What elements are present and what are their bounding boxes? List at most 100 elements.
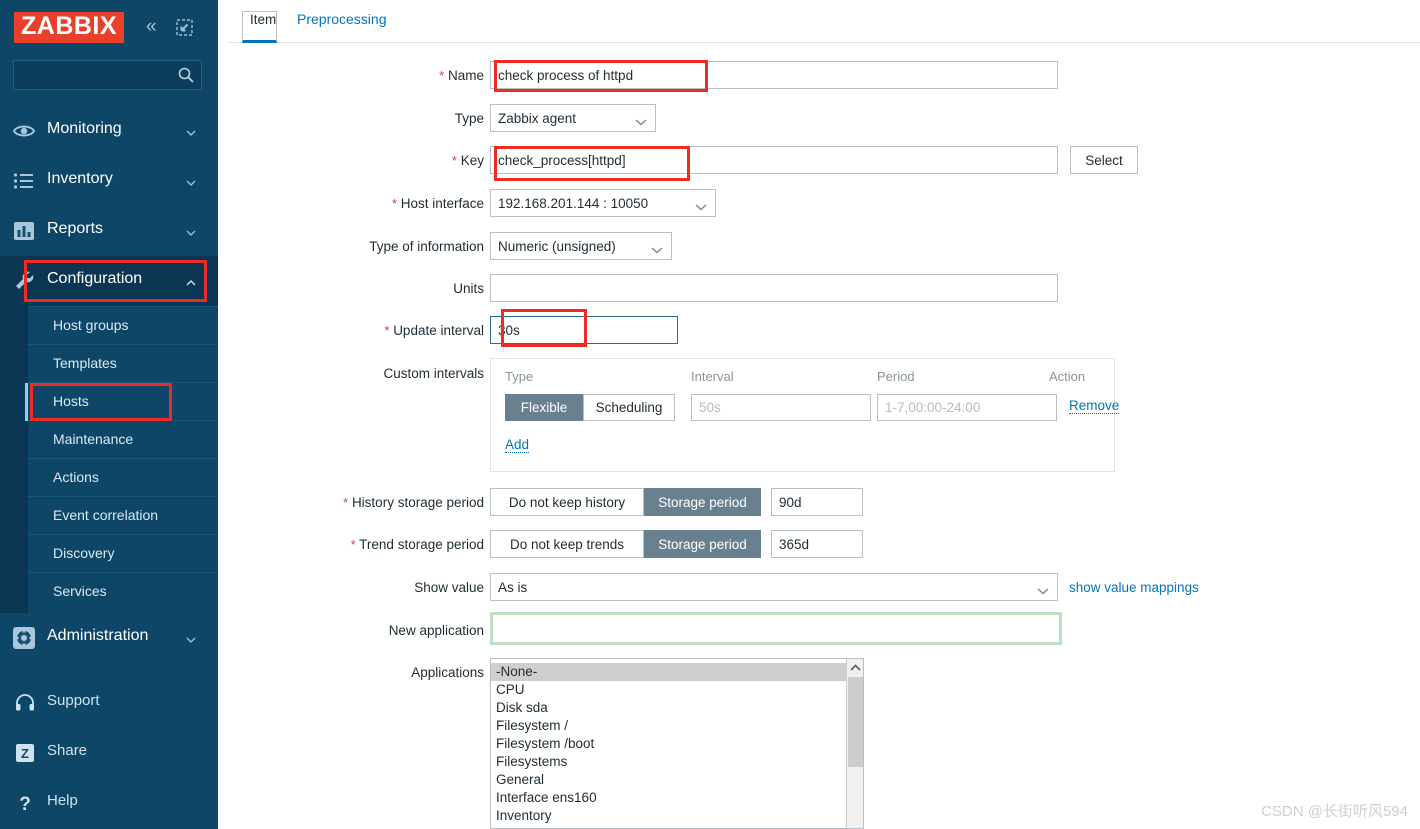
- key-input[interactable]: [490, 146, 1058, 174]
- interval-type-flexible-button[interactable]: Flexible: [505, 394, 583, 421]
- custom-intervals-label: Custom intervals: [383, 366, 484, 381]
- type-select[interactable]: Zabbix agent: [490, 104, 656, 132]
- sidebar-item-label: Inventory: [47, 170, 113, 187]
- tab-bar: Item Preprocessing: [229, 0, 1420, 43]
- list-item[interactable]: General: [491, 771, 847, 789]
- history-do-not-keep-button[interactable]: Do not keep history: [490, 488, 644, 516]
- sidebar-item-services[interactable]: Services: [28, 572, 218, 610]
- sidebar-item-host-groups[interactable]: Host groups: [28, 306, 218, 344]
- sidebar-item-discovery[interactable]: Discovery: [28, 534, 218, 572]
- sidebar-item-label: Configuration: [47, 270, 143, 287]
- show-value-selected: As is: [498, 579, 528, 595]
- chevron-up-icon[interactable]: [847, 659, 863, 676]
- watermark: CSDN @长街听风594: [1261, 803, 1408, 820]
- trend-storage-period-button[interactable]: Storage period: [644, 530, 761, 558]
- type-label: Type: [454, 111, 484, 126]
- units-label: Units: [453, 281, 484, 296]
- select-button[interactable]: Select: [1070, 146, 1138, 174]
- host-interface-label: * Host interface: [391, 196, 484, 211]
- sidebar-item-event-correlation[interactable]: Event correlation: [28, 496, 218, 534]
- chevron-down-icon: [1037, 583, 1049, 595]
- sidebar-item-label: Actions: [53, 469, 99, 485]
- eye-icon: [12, 119, 36, 143]
- add-interval-link[interactable]: Add: [505, 437, 530, 453]
- remove-interval-link[interactable]: Remove: [1069, 398, 1120, 414]
- sidebar-item-label: Maintenance: [53, 431, 134, 447]
- gear-icon: [12, 626, 36, 650]
- applications-listbox[interactable]: -None- CPU Disk sda Filesystem / Filesys…: [490, 658, 864, 829]
- sidebar-search[interactable]: [13, 60, 202, 90]
- sidebar-item-label: Event correlation: [53, 507, 159, 523]
- sidebar-item-label: Host groups: [53, 317, 129, 333]
- sidebar-item-maintenance[interactable]: Maintenance: [28, 420, 218, 458]
- list-item[interactable]: Filesystems: [491, 753, 847, 771]
- show-value-mappings-link[interactable]: show value mappings: [1069, 580, 1199, 595]
- new-application-input[interactable]: [490, 612, 1062, 645]
- sidebar-item-configuration[interactable]: Configuration: [0, 256, 218, 306]
- sidebar-item-help[interactable]: ? Help: [0, 778, 218, 828]
- list-item[interactable]: Interface ens160: [491, 789, 847, 807]
- headset-icon: [14, 692, 36, 714]
- show-value-select[interactable]: As is: [490, 573, 1058, 601]
- bar-chart-icon: [12, 219, 36, 243]
- list-item[interactable]: Disk sda: [491, 699, 847, 717]
- applications-scrollbar[interactable]: [846, 659, 863, 828]
- tab-item[interactable]: Item: [242, 11, 278, 43]
- custom-interval-input[interactable]: [691, 394, 871, 421]
- search-input[interactable]: [14, 61, 172, 89]
- sidebar-item-inventory[interactable]: Inventory: [0, 156, 218, 206]
- sidebar-item-support[interactable]: Support: [0, 678, 218, 728]
- chevron-down-icon: [186, 124, 196, 136]
- key-label: * Key: [451, 153, 484, 168]
- type-of-information-select[interactable]: Numeric (unsigned): [490, 232, 672, 260]
- trend-storage-period-label: * Trend storage period: [350, 537, 484, 552]
- chevron-down-icon: [186, 174, 196, 186]
- list-item[interactable]: Memory: [491, 825, 847, 828]
- sidebar-item-administration[interactable]: Administration: [0, 613, 218, 663]
- search-icon[interactable]: [177, 66, 195, 84]
- list-item[interactable]: CPU: [491, 681, 847, 699]
- question-mark-icon: ?: [14, 792, 36, 815]
- list-item[interactable]: Inventory: [491, 807, 847, 825]
- sidebar-item-label: Templates: [53, 355, 117, 371]
- host-interface-select[interactable]: 192.168.201.144 : 10050: [490, 189, 716, 217]
- chevron-down-icon: [186, 631, 196, 643]
- trend-storage-period-input[interactable]: [771, 530, 863, 558]
- chevron-down-icon: [635, 114, 647, 126]
- update-interval-label: * Update interval: [384, 323, 484, 338]
- custom-period-input[interactable]: [877, 394, 1057, 421]
- sidebar-item-templates[interactable]: Templates: [28, 344, 218, 382]
- update-interval-input[interactable]: [490, 316, 678, 344]
- zabbix-logo[interactable]: ZABBIX: [14, 12, 125, 43]
- history-storage-period-input[interactable]: [771, 488, 863, 516]
- type-of-information-value: Numeric (unsigned): [498, 238, 616, 254]
- col-header-type: Type: [505, 369, 534, 384]
- applications-label: Applications: [411, 665, 484, 680]
- interval-type-scheduling-button[interactable]: Scheduling: [583, 394, 675, 421]
- custom-intervals-panel: Type Interval Period Action Flexible Sch…: [490, 358, 1120, 472]
- sidebar: ZABBIX « Monitoring Inventory Reports Co…: [0, 0, 218, 829]
- units-input[interactable]: [490, 274, 1058, 302]
- name-input[interactable]: [490, 61, 1058, 89]
- list-icon: [12, 169, 36, 193]
- scrollbar-thumb[interactable]: [848, 677, 863, 767]
- chevron-double-left-icon[interactable]: «: [146, 16, 157, 38]
- required-asterisk: *: [391, 196, 397, 211]
- list-item[interactable]: Filesystem /: [491, 717, 847, 735]
- sidebar-item-actions[interactable]: Actions: [28, 458, 218, 496]
- history-storage-period-button[interactable]: Storage period: [644, 488, 761, 516]
- compact-view-icon[interactable]: [176, 19, 193, 36]
- list-item[interactable]: -None-: [491, 663, 847, 681]
- wrench-icon: [12, 269, 36, 293]
- sidebar-item-label: Hosts: [53, 393, 89, 409]
- list-item[interactable]: Filesystem /boot: [491, 735, 847, 753]
- sidebar-item-label: Discovery: [53, 545, 115, 561]
- sidebar-item-reports[interactable]: Reports: [0, 206, 218, 256]
- sidebar-item-hosts[interactable]: Hosts: [25, 382, 218, 421]
- sidebar-item-label: Services: [53, 583, 107, 599]
- tab-preprocessing[interactable]: Preprocessing: [297, 11, 387, 40]
- sidebar-item-share[interactable]: Z Share: [0, 728, 218, 778]
- sidebar-header: ZABBIX «: [0, 10, 218, 46]
- trend-do-not-keep-button[interactable]: Do not keep trends: [490, 530, 644, 558]
- sidebar-item-monitoring[interactable]: Monitoring: [0, 106, 218, 156]
